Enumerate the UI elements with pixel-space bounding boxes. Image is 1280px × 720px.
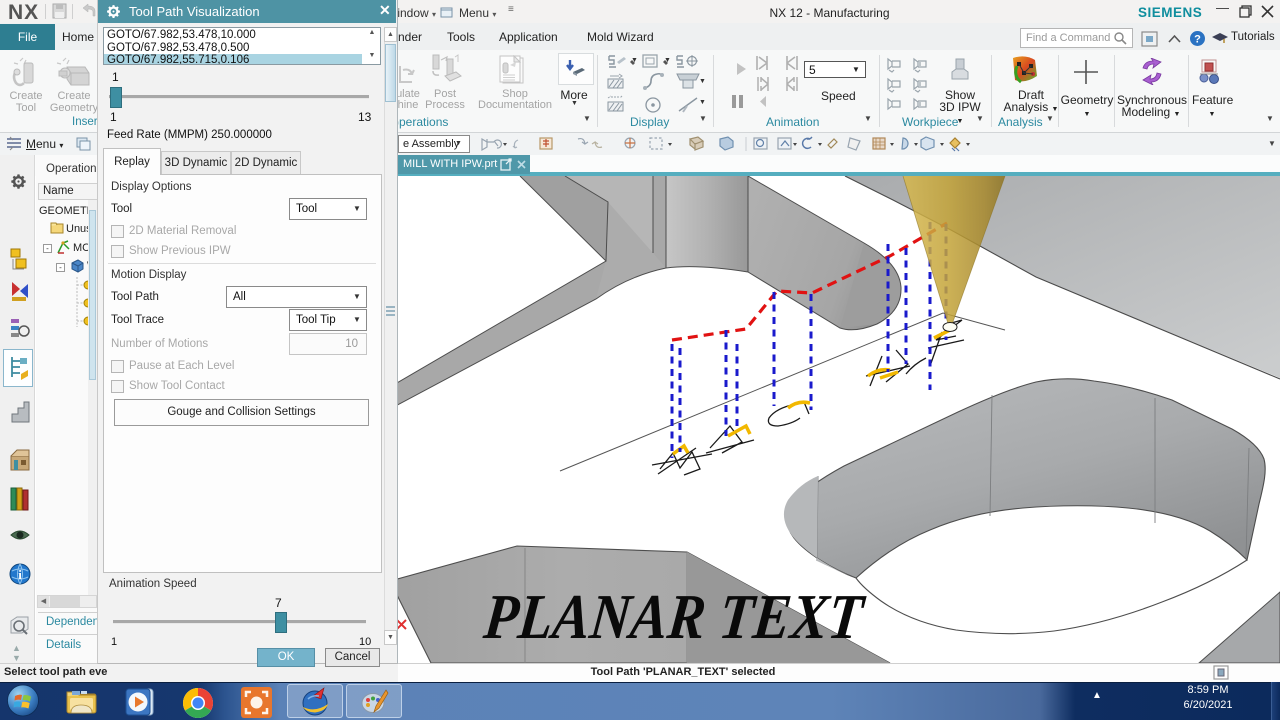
svg-text:?: ? — [1194, 34, 1201, 46]
svg-text:PLANAR TEXT: PLANAR TEXT — [480, 581, 869, 652]
svg-text:i: i — [18, 567, 22, 582]
